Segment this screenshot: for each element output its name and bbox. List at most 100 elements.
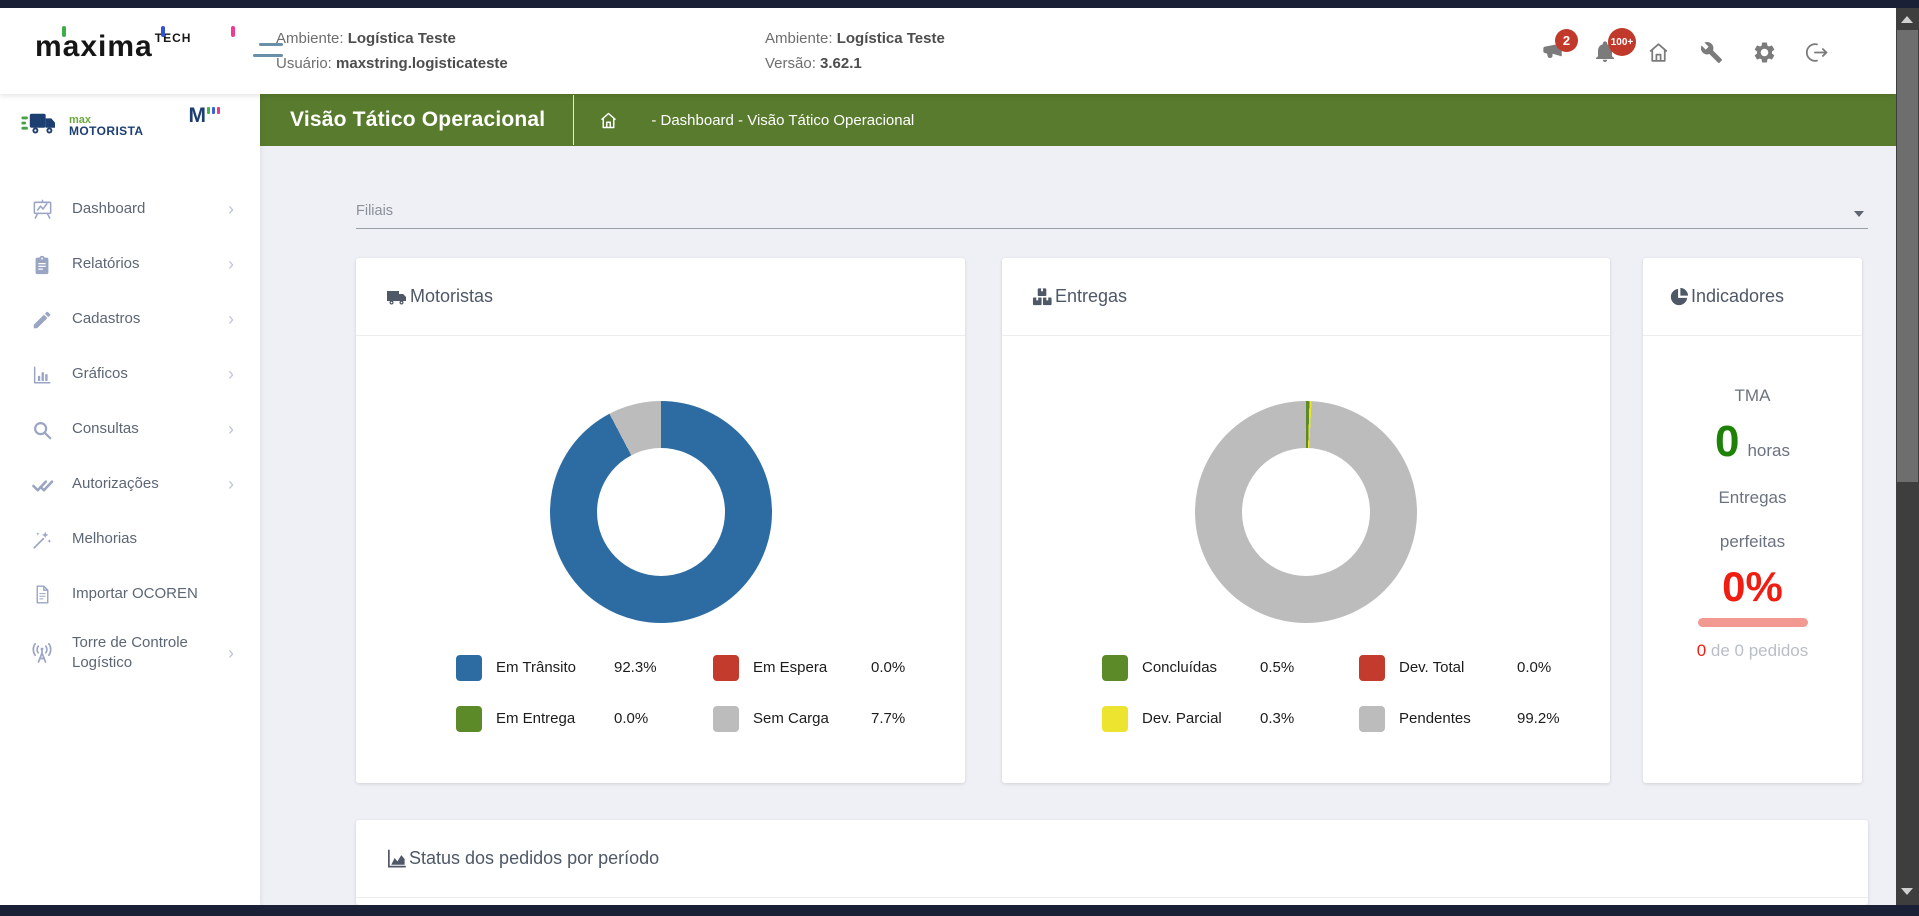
announcements-button[interactable]: 2 bbox=[1539, 39, 1565, 65]
sidebar-item-consultas[interactable]: Consultas › bbox=[0, 402, 260, 457]
card-title: Motoristas bbox=[410, 286, 493, 307]
logout-button[interactable] bbox=[1804, 39, 1830, 65]
legend-label: Em Entrega bbox=[496, 710, 604, 727]
legend-item[interactable]: Em Espera 0.0% bbox=[713, 654, 925, 681]
legend-label: Concluídas bbox=[1142, 659, 1250, 676]
vertical-scrollbar[interactable] bbox=[1896, 8, 1919, 905]
logo-accent-pink bbox=[231, 26, 235, 37]
sidebar-item-torre-de-controle[interactable]: Torre de Controle Logístico › bbox=[0, 622, 260, 684]
legend-value: 7.7% bbox=[871, 710, 905, 727]
motoristas-card-header: Motoristas bbox=[356, 258, 965, 336]
notifications-button[interactable]: 100+ bbox=[1592, 39, 1618, 65]
legend-swatch bbox=[1102, 655, 1128, 681]
chevron-right-icon: › bbox=[228, 419, 234, 440]
chevron-right-icon: › bbox=[228, 199, 234, 220]
indicadores-card: Indicadores TMA 0 horas Entregas perfeit… bbox=[1643, 258, 1862, 783]
sidebar-item-melhorias[interactable]: Melhorias bbox=[0, 512, 260, 567]
ambiente-value: Logística Teste bbox=[348, 30, 456, 47]
logo-line1: max bbox=[69, 115, 144, 125]
legend-label: Dev. Total bbox=[1399, 659, 1507, 676]
truck-logo-icon bbox=[20, 110, 62, 143]
pie-chart-icon bbox=[1669, 287, 1689, 307]
sidebar-item-label: Autorizações bbox=[72, 474, 159, 494]
sidebar-item-label: Cadastros bbox=[72, 309, 140, 329]
tools-button[interactable] bbox=[1698, 39, 1724, 65]
legend-item[interactable]: Em Entrega 0.0% bbox=[456, 705, 668, 732]
brand-name: maxima bbox=[35, 30, 153, 63]
window-top-edge bbox=[0, 0, 1919, 8]
tma-unit: horas bbox=[1747, 441, 1790, 461]
maxima-m-mark: M bbox=[189, 106, 221, 126]
entregas-legend: Concluídas 0.5% Dev. Total 0.0% Dev. Par… bbox=[1102, 654, 1571, 732]
motoristas-card: Motoristas Em Trânsito 92.3% Em Espera 0… bbox=[356, 258, 965, 783]
sidebar-item-label: Melhorias bbox=[72, 529, 137, 549]
filiais-underline bbox=[356, 228, 1868, 229]
sidebar-item-label: Relatórios bbox=[72, 254, 140, 274]
legend-value: 0.0% bbox=[871, 659, 905, 676]
chevron-right-icon: › bbox=[228, 254, 234, 275]
announcements-badge: 2 bbox=[1555, 29, 1578, 52]
tma-value: 0 bbox=[1715, 422, 1739, 462]
usuario-label: Usuário: bbox=[276, 55, 332, 72]
truck-icon bbox=[386, 287, 408, 307]
titlebar-divider bbox=[573, 95, 574, 145]
orders-count: 0 bbox=[1697, 641, 1706, 660]
motoristas-donut-chart bbox=[550, 401, 772, 623]
app-window: maximaTECH Ambiente: Logística Teste Usu… bbox=[0, 0, 1919, 916]
orders-total: de 0 pedidos bbox=[1711, 641, 1808, 660]
legend-item[interactable]: Sem Carga 7.7% bbox=[713, 705, 925, 732]
antenna-icon bbox=[30, 641, 54, 665]
m-letter: M bbox=[189, 106, 207, 126]
tma-value-row: 0 horas bbox=[1643, 422, 1862, 462]
indicadores-body: TMA 0 horas Entregas perfeitas 0% 0 de 0… bbox=[1643, 336, 1862, 661]
ambiente-label: Ambiente: bbox=[276, 30, 344, 47]
search-icon bbox=[30, 418, 54, 442]
legend-item[interactable]: Concluídas 0.5% bbox=[1102, 654, 1314, 681]
card-title: Indicadores bbox=[1691, 286, 1784, 307]
easel-chart-icon bbox=[30, 198, 54, 222]
legend-swatch bbox=[713, 655, 739, 681]
logo-accent-green bbox=[62, 26, 66, 37]
filiais-select[interactable]: Filiais bbox=[356, 199, 1868, 235]
m-mark-bars bbox=[207, 107, 220, 114]
legend-value: 0.0% bbox=[614, 710, 648, 727]
sidebar-item-dashboard[interactable]: Dashboard › bbox=[0, 182, 260, 237]
perfect-deliveries-line2: perfeitas bbox=[1643, 532, 1862, 552]
legend-swatch bbox=[456, 655, 482, 681]
ambiente-value-2: Logística Teste bbox=[837, 30, 945, 47]
main-content: Visão Tático Operacional - Dashboard - V… bbox=[260, 94, 1896, 905]
legend-item[interactable]: Dev. Parcial 0.3% bbox=[1102, 705, 1314, 732]
sidebar-item-label: Consultas bbox=[72, 419, 139, 439]
entregas-card: Entregas Concluídas 0.5% Dev. Total 0.0%… bbox=[1002, 258, 1610, 783]
double-check-icon bbox=[30, 473, 54, 497]
legend-swatch bbox=[713, 706, 739, 732]
sidebar-item-relatorios[interactable]: Relatórios › bbox=[0, 237, 260, 292]
legend-item[interactable]: Em Trânsito 92.3% bbox=[456, 654, 668, 681]
chevron-right-icon: › bbox=[228, 309, 234, 330]
sidebar-item-autorizacoes[interactable]: Autorizações › bbox=[0, 457, 260, 512]
versao-value: 3.62.1 bbox=[820, 55, 862, 72]
ambiente-label-2: Ambiente: bbox=[765, 30, 833, 47]
chevron-right-icon: › bbox=[228, 474, 234, 495]
breadcrumb-home-icon[interactable] bbox=[598, 110, 619, 131]
orders-detail: 0 de 0 pedidos bbox=[1643, 641, 1862, 661]
boxes-icon bbox=[1032, 287, 1053, 307]
legend-item[interactable]: Pendentes 99.2% bbox=[1359, 705, 1571, 732]
scroll-up-arrow[interactable] bbox=[1901, 16, 1913, 23]
motoristas-legend: Em Trânsito 92.3% Em Espera 0.0% Em Entr… bbox=[456, 654, 925, 732]
scrollbar-thumb[interactable] bbox=[1897, 30, 1918, 482]
header-icon-bar: 2 100+ bbox=[1539, 32, 1830, 72]
home-button[interactable] bbox=[1645, 39, 1671, 65]
legend-item[interactable]: Dev. Total 0.0% bbox=[1359, 654, 1571, 681]
scroll-down-arrow[interactable] bbox=[1901, 888, 1913, 895]
legend-swatch bbox=[1359, 655, 1385, 681]
indicadores-card-header: Indicadores bbox=[1643, 258, 1862, 336]
sidebar-item-graficos[interactable]: Gráficos › bbox=[0, 347, 260, 402]
wrench-icon bbox=[1700, 41, 1723, 64]
sidebar-item-importar-ocoren[interactable]: Importar OCOREN bbox=[0, 567, 260, 622]
sidebar: max MOTORISTA M Dashboard › Relatórios ›… bbox=[0, 94, 260, 905]
usuario-value: maxstring.logisticateste bbox=[336, 55, 508, 72]
sidebar-item-cadastros[interactable]: Cadastros › bbox=[0, 292, 260, 347]
settings-button[interactable] bbox=[1751, 39, 1777, 65]
filiais-label: Filiais bbox=[356, 203, 393, 219]
